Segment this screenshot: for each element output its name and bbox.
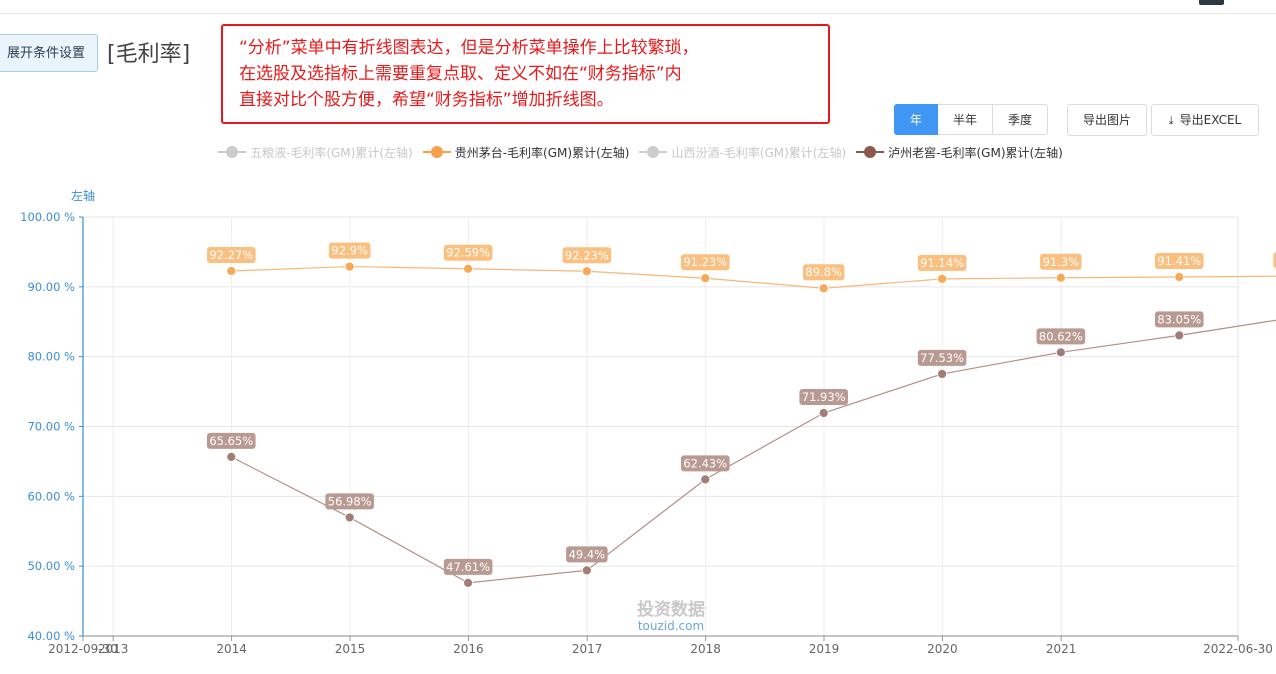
data-label: 56.98%: [328, 494, 372, 508]
x-tick-label: 2017: [572, 642, 603, 656]
line-chart: 100.00 % 90.00 % 80.00 % 70.00 % 60.00 % 50.0…: [20, 188, 1276, 656]
data-point: [700, 474, 711, 485]
data-point: [344, 261, 355, 272]
y-tick-label: 50.00 %: [27, 559, 75, 573]
x-tick-label: 2022-06-30: [1203, 642, 1273, 656]
y-tick-label: 60.00 %: [27, 489, 75, 503]
data-label: 92.59%: [446, 246, 490, 260]
data-label: 92.27%: [209, 248, 253, 262]
data-point: [700, 273, 711, 284]
data-point: [581, 266, 592, 277]
data-point: [1055, 272, 1066, 283]
data-label: 80.62%: [1039, 329, 1083, 343]
data-label: 91.3%: [1043, 255, 1080, 269]
x-tick-label: 2021: [1046, 642, 1077, 656]
data-label: 83.05%: [1157, 312, 1201, 326]
data-point: [1055, 347, 1066, 358]
y-tick-label: 40.00 %: [27, 629, 75, 643]
data-point: [581, 565, 592, 576]
data-point: [937, 273, 948, 284]
data-label: 49.4%: [569, 547, 606, 561]
y-tick-label: 100.00 %: [20, 210, 75, 224]
series-layer: [226, 261, 1276, 588]
x-tick-label: 2020: [927, 642, 958, 656]
data-point: [1174, 272, 1185, 282]
data-label: 65.65%: [209, 434, 253, 448]
x-tick-label: 2019: [809, 642, 840, 656]
y-tick-label: 80.00 %: [27, 350, 75, 364]
data-point: [463, 263, 474, 274]
label-layer: 92.27% 92.9% 92.59% 92.23% 91.23% 89.8% 91.14%…: [206, 242, 1276, 575]
x-tick-label: 2013: [98, 642, 129, 656]
data-point: [937, 369, 948, 379]
data-point: [463, 577, 474, 588]
data-point: [226, 266, 237, 276]
data-label: 92.9%: [331, 244, 368, 258]
y-tick-label: 70.00 %: [27, 420, 75, 434]
x-tick-label: 2015: [335, 642, 366, 656]
data-label: 91.14%: [920, 256, 964, 270]
watermark-layer: 投资数据touzid.com: [637, 599, 705, 633]
data-point: [818, 283, 829, 294]
data-label: 92.23%: [565, 248, 609, 262]
watermark-url: touzid.com: [638, 619, 704, 633]
y-tick-label: 90.00 %: [27, 280, 75, 294]
data-label: 77.53%: [920, 351, 964, 365]
data-label: 47.61%: [446, 560, 490, 574]
data-point: [1174, 330, 1185, 341]
data-label: 71.93%: [802, 390, 846, 404]
series-line: [231, 265, 1276, 289]
data-point: [226, 451, 237, 462]
y-axis-name: 左轴: [71, 188, 95, 203]
data-label: 62.43%: [683, 456, 727, 470]
x-tick-label: 2018: [690, 642, 721, 656]
data-label: 91.41%: [1157, 254, 1201, 268]
data-point: [344, 512, 355, 523]
data-label: 91.23%: [683, 255, 727, 269]
x-tick-label: 2014: [216, 642, 247, 656]
watermark-title: 投资数据: [637, 599, 705, 620]
data-label: 89.8%: [805, 265, 842, 279]
data-point: [818, 408, 829, 418]
x-tick-label: 2016: [453, 642, 484, 656]
